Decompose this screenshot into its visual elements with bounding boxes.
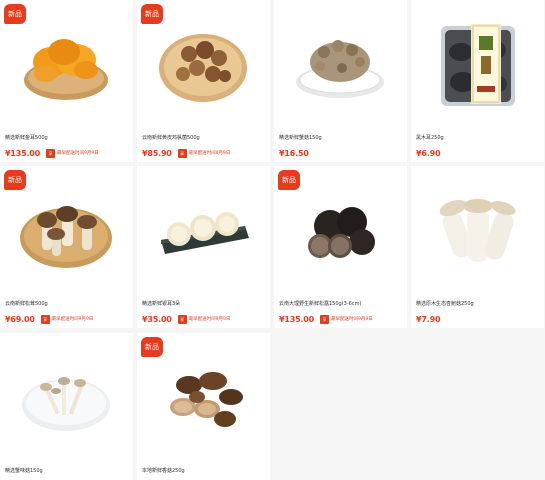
product-card[interactable]: 精选蟹味菇150g — [0, 333, 133, 480]
promo-tag: 享 — [177, 314, 187, 324]
black-fungus-package-image — [427, 12, 528, 112]
price-row: ¥7.90 — [416, 313, 542, 325]
product-name: 云南新鲜黄皮鸡枞菌500g — [142, 135, 200, 141]
product-price: ¥135.00 — [5, 148, 41, 158]
product-name: 精选蟹味菇150g — [5, 468, 43, 474]
product-name: 精选新鲜蟹菇150g — [279, 135, 322, 141]
king-oyster-mushroom-image — [427, 178, 528, 278]
shiitake-image — [153, 345, 254, 445]
price-row: ¥135.00 享 最早配送时间9月9日 — [279, 313, 405, 325]
product-price: ¥135.00 — [279, 314, 315, 324]
promo-tag: 享 — [40, 314, 50, 324]
golden-fungus-image — [16, 12, 117, 112]
delivery-date: 最早配送时间9月9日 — [51, 317, 94, 322]
product-card[interactable]: 新品 本地新鲜香菇250g — [137, 333, 270, 480]
product-name: 精选新鲜银耳3朵 — [142, 301, 181, 307]
new-badge: 新品 — [4, 170, 26, 190]
product-name: 本地新鲜香菇250g — [142, 468, 185, 474]
new-badge: 新品 — [278, 170, 300, 190]
product-name: 云南新鲜松茸500g — [5, 301, 48, 307]
promo-tag: 享 — [320, 314, 330, 324]
promo-tag: 享 — [46, 148, 56, 158]
product-card[interactable]: 新品 精选新鲜金耳500g ¥135.00 享 最早配送时间9月9日 — [0, 0, 133, 162]
product-name: 云南大理野生新鲜松露150g(3-6cm) — [279, 301, 362, 307]
product-price: ¥35.00 — [142, 314, 172, 324]
product-price: ¥6.90 — [416, 148, 441, 158]
price-row: ¥69.00 享 最早配送时间9月9日 — [5, 313, 131, 325]
product-name: 精选原木生态杏鲍菇250g — [416, 301, 474, 307]
delivery-date: 最早配送时间9月9日 — [57, 151, 99, 156]
new-badge: 新品 — [141, 4, 163, 24]
price-row: ¥135.00 享 最早配送时间9月9日 — [5, 147, 131, 159]
product-price: ¥85.90 — [142, 148, 172, 158]
delivery-date: 最早配送时间9月9日 — [188, 151, 231, 156]
new-badge: 新品 — [141, 337, 163, 357]
product-name: 黑木耳250g — [416, 135, 444, 141]
white-beech-mushroom-image — [16, 345, 117, 445]
product-card[interactable]: 精选原木生态杏鲍菇250g ¥7.90 — [411, 166, 544, 328]
delivery-date: 最早配送时间9月9日 — [331, 317, 373, 322]
truffle-image — [290, 178, 391, 278]
product-card[interactable]: 精选新鲜银耳3朵 ¥35.00 享 最早配送时间9月9日 — [137, 166, 270, 328]
product-grid: 新品 精选新鲜金耳500g ¥135.00 享 最早配送时间9月9日 新品 云南… — [0, 0, 545, 480]
product-card[interactable]: 新品 云南大理野生新鲜松露150g(3-6cm) ¥135.00 享 最早配送时… — [274, 166, 407, 328]
termite-mushroom-image — [153, 12, 254, 112]
price-row: ¥6.90 — [416, 147, 542, 159]
white-fungus-image — [153, 178, 254, 278]
price-row: ¥85.90 享 最早配送时间9月9日 — [142, 147, 268, 159]
product-price: ¥7.90 — [416, 314, 441, 324]
delivery-date: 最早配送时间9月9日 — [188, 317, 231, 322]
promo-tag: 享 — [177, 148, 187, 158]
product-card[interactable]: 新品 云南新鲜松茸500g ¥69.00 享 最早配送时间9月9日 — [0, 166, 133, 328]
price-row: ¥16.50 — [279, 147, 405, 159]
matsutake-image — [16, 178, 117, 278]
price-row: ¥35.00 享 最早配送时间9月9日 — [142, 313, 268, 325]
crab-mushroom-image — [290, 12, 391, 112]
product-card[interactable]: 黑木耳250g ¥6.90 — [411, 0, 544, 162]
product-price: ¥16.50 — [279, 148, 309, 158]
new-badge: 新品 — [4, 4, 26, 24]
product-card[interactable]: 新品 云南新鲜黄皮鸡枞菌500g ¥85.90 享 最早配送时间9月9日 — [137, 0, 270, 162]
product-price: ¥69.00 — [5, 314, 35, 324]
product-card[interactable]: 精选新鲜蟹菇150g ¥16.50 — [274, 0, 407, 162]
product-name: 精选新鲜金耳500g — [5, 135, 48, 141]
